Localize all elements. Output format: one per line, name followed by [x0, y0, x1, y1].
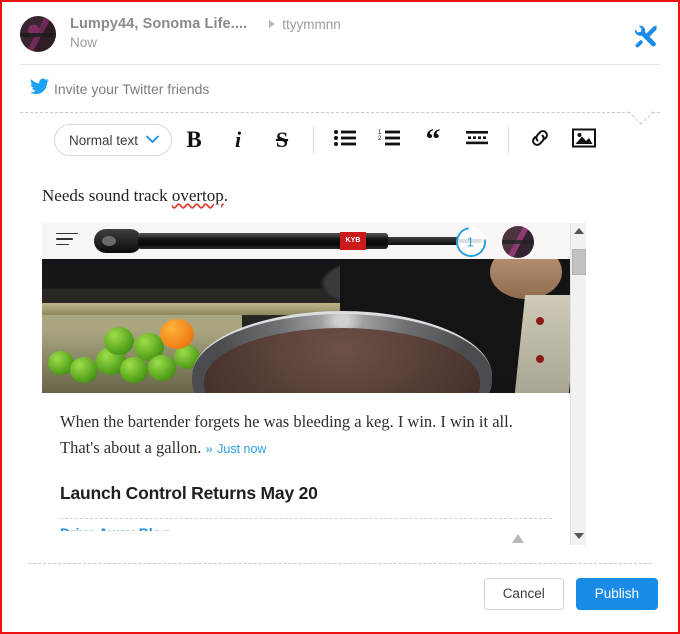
quote-icon: “	[425, 123, 441, 156]
chevron-down-icon	[146, 131, 159, 149]
paragraph-text-after: .	[223, 186, 229, 205]
embed-photo	[42, 258, 570, 393]
shock-absorber-product-image: KYB	[94, 227, 484, 255]
image-icon	[572, 128, 596, 153]
hamburger-menu-icon[interactable]	[56, 232, 78, 250]
header-identity-line: Lumpy44, Sonoma Life.... ttyymmnn	[70, 16, 632, 32]
misspelled-word[interactable]: overtop	[172, 186, 224, 205]
toolbar-separator-1	[313, 127, 314, 153]
embed-top-bar: KYB 1	[42, 222, 570, 259]
product-brand-label: KYB	[340, 231, 366, 250]
blockquote-button[interactable]: “	[411, 123, 455, 157]
link-icon	[529, 127, 551, 154]
embed-caption-line2: about a gallon.	[103, 437, 202, 457]
paragraph-text-before: Needs sound track	[42, 186, 172, 205]
bold-icon: B	[186, 127, 202, 152]
post-paragraph: Needs sound track overtop.	[42, 183, 640, 209]
post-body[interactable]: Needs sound track overtop.	[10, 169, 670, 213]
play-triangle-icon	[269, 20, 276, 28]
bulleted-list-icon	[334, 129, 356, 152]
composer-footer: Cancel Publish	[2, 564, 678, 610]
embedded-link-card[interactable]: KYB 1 When the bartender forgets he was …	[42, 222, 586, 545]
invite-label: Invite your Twitter friends	[54, 81, 210, 97]
editor-bottom-dashed-border	[28, 562, 652, 564]
strikethrough-icon: S	[275, 127, 289, 152]
invite-twitter-friends-row[interactable]: Invite your Twitter friends	[2, 65, 678, 112]
bold-button[interactable]: B	[172, 123, 216, 157]
horizontal-rule-icon	[466, 130, 488, 151]
svg-text:2: 2	[378, 136, 382, 142]
embed-timestamp[interactable]: Just now	[217, 442, 266, 456]
tools-hammer-wrench-icon[interactable]	[632, 16, 660, 55]
embed-user-avatar[interactable]	[502, 225, 534, 258]
embed-caption: When the bartender forgets he was bleedi…	[60, 409, 552, 462]
embed-source-link[interactable]: Drive Away Blog	[42, 519, 570, 531]
avatar[interactable]	[20, 16, 56, 52]
link-button[interactable]	[518, 123, 562, 157]
text-style-value: Normal text	[69, 132, 139, 148]
twitter-bird-icon	[30, 78, 49, 100]
image-button[interactable]	[562, 123, 606, 157]
embed-content: KYB 1 When the bartender forgets he was …	[42, 222, 570, 545]
more-formats-button[interactable]	[455, 123, 499, 157]
cancel-button[interactable]: Cancel	[483, 577, 564, 610]
scrollbar-thumb[interactable]	[572, 248, 586, 275]
caption-chevron-icon: »	[205, 440, 214, 457]
editor-region: Normal text B i S 1 2 “ Needs sound trac…	[10, 99, 670, 564]
numbered-list-icon: 1 2	[378, 129, 400, 152]
italic-button[interactable]: i	[216, 123, 260, 157]
formatting-toolbar: Normal text B i S 1 2 “	[10, 113, 670, 169]
header-text-block: Lumpy44, Sonoma Life.... ttyymmnn Now	[70, 16, 632, 50]
bulleted-list-button[interactable]	[323, 123, 367, 157]
numbered-list-button[interactable]: 1 2	[367, 123, 411, 157]
post-timestamp: Now	[70, 35, 98, 50]
scroll-up-arrow-icon[interactable]	[571, 223, 586, 240]
strikethrough-button[interactable]: S	[260, 123, 304, 157]
composer-window: Lumpy44, Sonoma Life.... ttyymmnn Now In	[0, 0, 680, 634]
composer-header: Lumpy44, Sonoma Life.... ttyymmnn Now	[2, 2, 678, 64]
text-style-select[interactable]: Normal text	[54, 124, 172, 156]
scroll-down-arrow-icon[interactable]	[571, 528, 586, 545]
embed-caption-block: When the bartender forgets he was bleedi…	[42, 393, 570, 462]
publish-button[interactable]: Publish	[575, 577, 658, 610]
embed-heading[interactable]: Launch Control Returns May 20	[42, 461, 570, 504]
embed-expand-caret-icon[interactable]	[512, 533, 524, 543]
notification-count-value: 1	[467, 233, 475, 249]
embed-scrollbar[interactable]	[570, 222, 586, 545]
italic-icon: i	[234, 127, 242, 152]
audience-tag[interactable]: ttyymmnn	[282, 17, 341, 32]
account-name[interactable]: Lumpy44, Sonoma Life....	[70, 16, 247, 32]
toolbar-separator-2	[508, 127, 509, 153]
